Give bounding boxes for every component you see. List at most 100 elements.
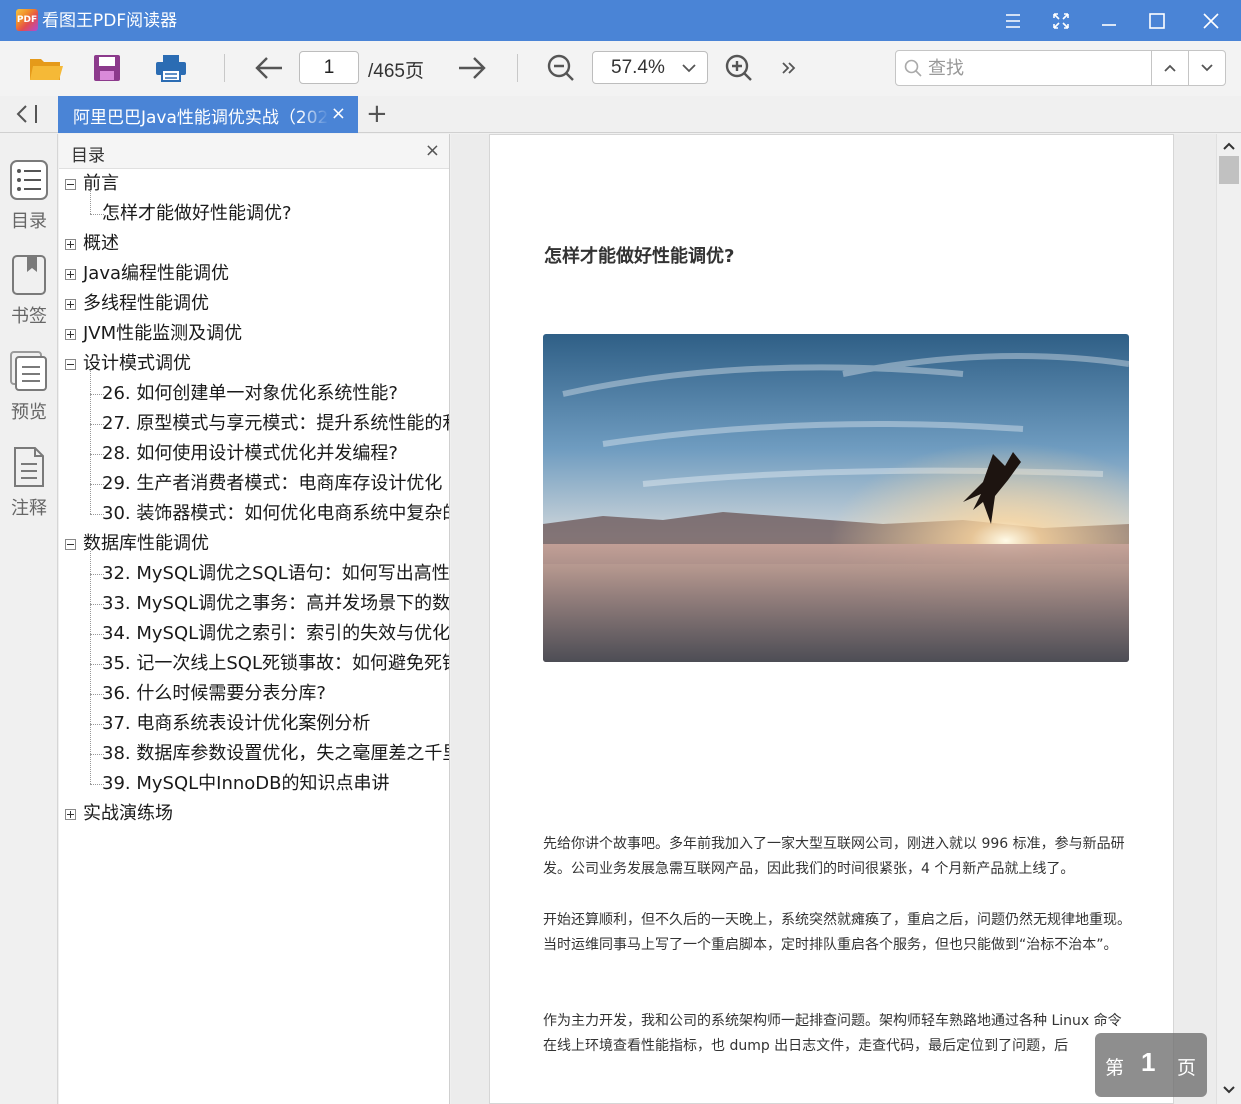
window-title: 看图王PDF阅读器 xyxy=(42,11,178,31)
pdf-page: 怎样才能做好性能调优? 先给你讲个故事吧。多年前我加入了一家大型互联网公司，刚进… xyxy=(489,134,1174,1104)
fullscreen-button[interactable] xyxy=(1037,0,1085,41)
tree-connector xyxy=(90,484,104,485)
expand-icon[interactable] xyxy=(65,329,76,340)
scroll-down-icon[interactable] xyxy=(1222,1084,1236,1096)
outline-item[interactable]: 37. 电商系统表设计优化案例分析 xyxy=(102,709,370,739)
outline-panel: 目录 × 前言 怎样才能做好性能调优? 概述 Java编程性能调优 多线程性能调优 JVM… xyxy=(59,134,450,1104)
outline-section[interactable]: 数据库性能调优 xyxy=(83,529,209,559)
scroll-thumb[interactable] xyxy=(1219,156,1239,184)
badge-suffix: 页 xyxy=(1177,1057,1197,1079)
maximize-button[interactable] xyxy=(1133,0,1181,41)
outline-item[interactable]: 34. MySQL调优之索引：索引的失效与优化 xyxy=(102,619,449,649)
minimize-icon xyxy=(1102,23,1116,26)
search-input[interactable] xyxy=(928,51,1148,85)
double-chevron-right-icon xyxy=(782,62,796,74)
outline-section[interactable]: JVM性能监测及调优 xyxy=(83,319,242,349)
arrow-left-icon xyxy=(255,57,282,79)
tree-connector xyxy=(90,191,91,214)
rail-item-annotations[interactable]: 注释 xyxy=(0,446,58,520)
outline-section[interactable]: Java编程性能调优 xyxy=(83,259,229,289)
document-viewer[interactable]: 怎样才能做好性能调优? 先给你讲个故事吧。多年前我加入了一家大型互联网公司，刚进… xyxy=(451,134,1216,1104)
paragraph: 先给你讲个故事吧。多年前我加入了一家大型互联网公司，刚进入就以 996 标准，参… xyxy=(543,836,1125,877)
expand-icon[interactable] xyxy=(65,269,76,280)
zoom-out-button[interactable] xyxy=(544,51,578,85)
outline-item[interactable]: 27. 原型模式与享元模式：提升系统性能的利器 xyxy=(102,409,450,439)
save-button[interactable] xyxy=(90,51,124,85)
search-box xyxy=(895,50,1226,86)
zoom-in-button[interactable] xyxy=(722,51,756,85)
tree-connector xyxy=(90,454,104,455)
expand-icon[interactable] xyxy=(65,299,76,310)
open-file-button[interactable] xyxy=(27,51,65,85)
rail-label-bookmarks: 书签 xyxy=(11,306,47,327)
minimize-button[interactable] xyxy=(1085,0,1133,41)
new-tab-button[interactable]: + xyxy=(366,99,388,129)
print-button[interactable] xyxy=(153,51,189,85)
outline-label: 29. 生产者消费者模式：电商库存设计优化 xyxy=(102,473,443,494)
app-logo: PDF xyxy=(16,9,38,31)
folder-icon xyxy=(30,59,63,80)
collapse-sidebar-button[interactable] xyxy=(14,103,42,129)
close-window-button[interactable] xyxy=(1187,0,1235,41)
vertical-scrollbar[interactable] xyxy=(1216,134,1241,1104)
outline-section[interactable]: 实战演练场 xyxy=(83,799,173,829)
outline-section[interactable]: 前言 xyxy=(83,169,119,199)
collapse-icon[interactable] xyxy=(65,539,76,550)
tab-bar: 阿里巴巴Java性能调优实战（2020 × + xyxy=(0,96,1241,133)
outline-label: 27. 原型模式与享元模式：提升系统性能的利器 xyxy=(102,413,450,434)
page-total: /465页 xyxy=(368,61,424,82)
outline-item[interactable]: 36. 什么时候需要分表分库? xyxy=(102,679,326,709)
side-rail: 目录 书签 预览 注释 xyxy=(0,134,58,1104)
tab-document[interactable]: 阿里巴巴Java性能调优实战（2020 × xyxy=(58,96,358,133)
tree-connector xyxy=(90,754,104,755)
outline-label: 怎样才能做好性能调优? xyxy=(102,203,292,224)
chevron-down-icon xyxy=(1201,64,1213,72)
close-icon xyxy=(1203,12,1219,29)
outline-label: 39. MySQL中InnoDB的知识点串讲 xyxy=(102,773,390,794)
outline-label: 26. 如何创建单一对象优化系统性能? xyxy=(102,383,398,404)
expand-icon[interactable] xyxy=(65,239,76,250)
rail-item-preview[interactable]: 预览 xyxy=(0,350,58,424)
expand-icon[interactable] xyxy=(65,809,76,820)
outline-item[interactable]: 30. 装饰器模式：如何优化电商系统中复杂的商品价格策略? xyxy=(102,499,450,529)
outline-item[interactable]: 26. 如何创建单一对象优化系统性能? xyxy=(102,379,398,409)
more-tools-button[interactable] xyxy=(778,51,800,85)
search-next-button[interactable] xyxy=(1188,51,1225,85)
outline-label: 设计模式调优 xyxy=(83,353,191,374)
outline-item[interactable]: 28. 如何使用设计模式优化并发编程? xyxy=(102,439,398,469)
outline-section[interactable]: 概述 xyxy=(83,229,119,259)
badge-page-number: 1 xyxy=(1141,1047,1156,1077)
previous-page-button[interactable] xyxy=(252,51,286,85)
outline-section[interactable]: 多线程性能调优 xyxy=(83,289,209,319)
outline-label: 32. MySQL调优之SQL语句：如何写出高性能SQL语句? xyxy=(102,563,450,584)
outline-item[interactable]: 怎样才能做好性能调优? xyxy=(102,199,292,229)
next-page-button[interactable] xyxy=(455,51,489,85)
outline-item[interactable]: 29. 生产者消费者模式：电商库存设计优化 xyxy=(102,469,442,499)
title-bar: PDF 看图王PDF阅读器 xyxy=(0,0,1241,41)
outline-label: 30. 装饰器模式：如何优化电商系统中复杂的商品价格策略? xyxy=(102,503,450,524)
outline-section[interactable]: 设计模式调优 xyxy=(83,349,191,379)
toolbar-divider xyxy=(517,54,518,82)
tree-connector xyxy=(90,634,104,635)
rail-item-bookmarks[interactable]: 书签 xyxy=(0,254,58,328)
search-previous-button[interactable] xyxy=(1151,51,1188,85)
tree-connector xyxy=(90,604,104,605)
scroll-up-icon[interactable] xyxy=(1222,140,1236,152)
toolbar-divider xyxy=(224,54,225,82)
page-number-input[interactable]: 1 xyxy=(299,51,359,84)
outline-item[interactable]: 35. 记一次线上SQL死锁事故：如何避免死锁? xyxy=(102,649,449,679)
annotation-icon xyxy=(14,447,44,487)
collapse-icon[interactable] xyxy=(65,179,76,190)
rail-item-outline[interactable]: 目录 xyxy=(0,159,58,233)
outline-close-button[interactable]: × xyxy=(425,140,440,161)
collapse-icon[interactable] xyxy=(65,359,76,370)
outline-item[interactable]: 33. MySQL调优之事务：高并发场景下的数据库事务调优 xyxy=(102,589,449,619)
outline-item[interactable]: 39. MySQL中InnoDB的知识点串讲 xyxy=(102,769,390,799)
outline-label: 概述 xyxy=(83,233,119,254)
zoom-select[interactable]: 57.4% xyxy=(592,51,708,84)
tab-close-button[interactable]: × xyxy=(331,104,346,124)
outline-item[interactable]: 38. 数据库参数设置优化，失之毫厘差之千里 xyxy=(102,739,449,769)
paragraph: 作为主力开发，我和公司的系统架构师一起排查问题。架构师轻车熟路地通过各种 Lin… xyxy=(543,1013,1122,1054)
outline-item[interactable]: 32. MySQL调优之SQL语句：如何写出高性能SQL语句? xyxy=(102,559,450,589)
menu-button[interactable] xyxy=(989,0,1037,41)
